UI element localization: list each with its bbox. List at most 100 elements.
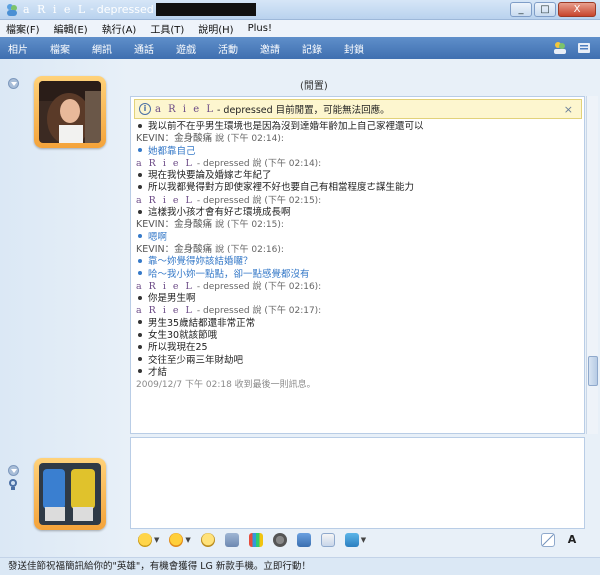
winks-dropdown-icon[interactable]: ▼ xyxy=(185,536,190,544)
menu-help[interactable]: 說明(H) xyxy=(198,21,233,36)
minimize-button[interactable]: _ xyxy=(510,2,532,17)
text-mode-icon[interactable]: A xyxy=(565,533,579,547)
sender-timestamp: - depressed 說 (下午 02:16): xyxy=(196,281,322,292)
self-avatar[interactable] xyxy=(34,458,106,530)
webcam-icon[interactable] xyxy=(8,478,18,490)
font-icon[interactable] xyxy=(296,533,311,547)
font-color-icon[interactable] xyxy=(320,533,335,547)
emoticon-icon[interactable] xyxy=(138,533,152,547)
sender-name: a R i e L xyxy=(136,280,194,292)
idle-notice: i a R i e L - depressed 目前閒置，可能無法回應。 × xyxy=(134,99,582,119)
message-input[interactable] xyxy=(130,437,585,529)
menu-plus[interactable]: Plus! xyxy=(248,23,272,34)
self-photo-image xyxy=(39,463,101,525)
message-sender-line: a R i e L - depressed 說 (下午 02:15): xyxy=(136,195,576,207)
message-sender-line: a R i e L - depressed 說 (下午 02:14): xyxy=(136,158,576,170)
message-list: 我以前不在乎男生環境也是因為沒到達婚年齡加上自己家裡還可以 KEVIN：金身酸痛 … xyxy=(136,121,576,421)
bullet-icon xyxy=(138,184,142,189)
bullet-icon xyxy=(138,172,142,177)
formatting-bar: ▼ ▼ ▼ A xyxy=(130,530,585,550)
menu-bar: 檔案(F) 編輯(E) 執行(A) 工具(T) 說明(H) Plus! xyxy=(0,20,600,37)
toolbar-block[interactable]: 封鎖 xyxy=(344,41,364,56)
contact-photo xyxy=(39,81,101,143)
collapse-self-icon[interactable] xyxy=(8,465,19,476)
toolbar-right xyxy=(552,40,592,56)
message-line: 她都靠自己 xyxy=(136,146,576,158)
bullet-icon xyxy=(138,209,142,214)
toolbar-files[interactable]: 檔案 xyxy=(50,41,70,56)
sender-name: a R i e L xyxy=(136,305,194,317)
contact-photo-image xyxy=(39,81,101,143)
bullet-icon xyxy=(138,234,142,239)
maximize-button[interactable]: □ xyxy=(534,2,556,17)
bullet-icon xyxy=(138,369,142,374)
nudge-icon[interactable] xyxy=(224,533,239,547)
message-text: 我以前不在乎男生環境也是因為沒到達婚年齡加上自己家裡還可以 xyxy=(148,121,424,132)
info-icon: i xyxy=(139,103,151,115)
options-menu-icon[interactable] xyxy=(576,40,592,56)
sender-name: KEVIN：金身酸痛 xyxy=(136,219,213,231)
message-line: 哈～我小妳一點點，卻一點感覺都沒有 xyxy=(136,269,576,281)
toolbar-invite[interactable]: 邀請 xyxy=(260,41,280,56)
ad-status-bar[interactable]: 發送佳節祝福簡訊給你的"英雄"，有機會獲得 LG 新款手機。立即行動！ xyxy=(0,557,600,575)
bullet-icon xyxy=(138,295,142,300)
bullet-icon xyxy=(138,357,142,362)
sender-timestamp: 說 (下午 02:15): xyxy=(215,220,284,231)
bullet-icon xyxy=(138,148,142,153)
gift-icon[interactable] xyxy=(344,533,359,547)
bullet-icon xyxy=(138,344,142,349)
notice-text: - depressed 目前閒置，可能無法回應。 xyxy=(216,105,390,116)
message-line: 現在我快要論及婚嫁ㄜ年紀了 xyxy=(136,170,576,182)
message-text: 所以我都覺得對方即使家裡不好也要自己有相當程度ㄜ謀生能力 xyxy=(148,182,415,194)
bullet-icon xyxy=(138,123,142,128)
toolbar: 相片 檔案 網訊 通話 遊戲 活動 邀請 記錄 封鎖 xyxy=(0,37,600,59)
toolbar-photos[interactable]: 相片 xyxy=(8,41,28,56)
menu-file[interactable]: 檔案(F) xyxy=(6,21,40,36)
window-controls: _ □ X xyxy=(510,2,596,17)
window-title-name: a R i e L xyxy=(23,3,88,16)
message-line: 才結 xyxy=(136,367,576,379)
bullet-icon xyxy=(138,332,142,337)
sender-name: KEVIN：金身酸痛 xyxy=(136,133,213,145)
message-line: 所以我都覺得對方即使家裡不好也要自己有相當程度ㄜ謀生能力 xyxy=(136,182,576,194)
message-line: 靠～妳覺得妳該結婚囉？ xyxy=(136,256,576,268)
collapse-contact-icon[interactable] xyxy=(8,78,19,89)
message-sender-line: KEVIN：金身酸痛 說 (下午 02:16): xyxy=(136,244,576,256)
toolbar-history[interactable]: 記錄 xyxy=(302,41,322,56)
message-text: 哈～我小妳一點點，卻一點感覺都沒有 xyxy=(148,268,310,280)
message-text: 這樣我小孩才會有好ㄜ環境成長啊 xyxy=(148,207,291,219)
bullet-icon xyxy=(138,271,142,276)
menu-edit[interactable]: 編輯(E) xyxy=(54,21,88,36)
background-icon[interactable] xyxy=(248,533,263,547)
gift-dropdown-icon[interactable]: ▼ xyxy=(361,536,366,544)
emoticon-alt-icon[interactable] xyxy=(200,533,215,547)
toolbar-call[interactable]: 通話 xyxy=(134,41,154,56)
handwriting-icon[interactable] xyxy=(541,533,555,547)
contact-avatar[interactable] xyxy=(34,76,106,148)
chat-scrollbar[interactable] xyxy=(586,96,598,434)
menu-actions[interactable]: 執行(A) xyxy=(102,21,137,36)
message-text: 才結 xyxy=(148,366,168,378)
bullet-icon xyxy=(138,320,142,325)
toolbar-activities[interactable]: 活動 xyxy=(218,41,238,56)
toolbar-video[interactable]: 網訊 xyxy=(92,41,112,56)
menu-tools[interactable]: 工具(T) xyxy=(150,21,184,36)
message-text: 現在我快要論及婚嫁ㄜ年紀了 xyxy=(148,170,272,182)
notice-close-icon[interactable]: × xyxy=(564,103,573,116)
close-button[interactable]: X xyxy=(558,2,596,17)
message-line: 嗯啊 xyxy=(136,232,576,244)
scroll-thumb[interactable] xyxy=(588,356,598,386)
message-text: 你是男生啊 xyxy=(148,293,196,305)
notice-contact-name: a R i e L xyxy=(155,103,215,115)
winks-icon[interactable] xyxy=(169,533,184,547)
emoticon-dropdown-icon[interactable]: ▼ xyxy=(154,536,159,544)
contacts-icon[interactable] xyxy=(552,40,568,56)
sender-timestamp: 說 (下午 02:14): xyxy=(215,134,284,145)
message-sender-line: KEVIN：金身酸痛 說 (下午 02:15): xyxy=(136,219,576,231)
sender-name: a R i e L xyxy=(136,157,194,169)
redaction-bar xyxy=(155,3,256,16)
sender-timestamp: - depressed 說 (下午 02:14): xyxy=(196,158,322,169)
message-line: 這樣我小孩才會有好ㄜ環境成長啊 xyxy=(136,207,576,219)
toolbar-games[interactable]: 遊戲 xyxy=(176,41,196,56)
voice-clip-icon[interactable] xyxy=(272,533,287,547)
